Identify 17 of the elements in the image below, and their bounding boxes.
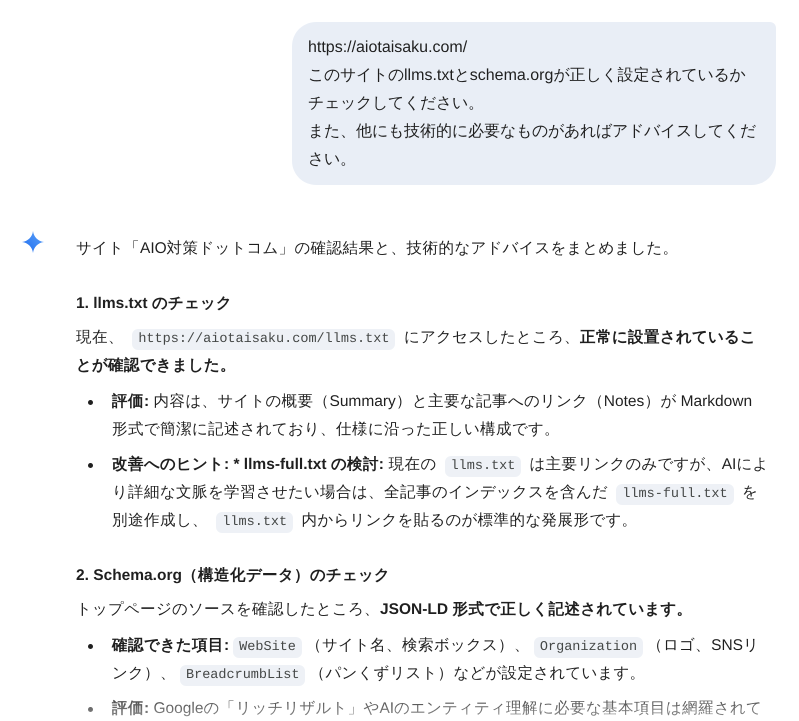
sparkle-icon xyxy=(22,231,44,253)
response-text: サイト「AIO対策ドットコム」の確認結果と、技術的なアドバイスをまとめました。 xyxy=(76,239,680,259)
response-paragraph: トップページのソースを確認したところ、JSON-LD 形式で正しく記述されています。 xyxy=(76,600,694,620)
bullet-icon xyxy=(88,644,93,649)
response-paragraph: 現在、 https://aiotaisaku.com/llms.txt にアクセスしたところ、正常に設置されていることが確認できました。 xyxy=(76,328,757,376)
bullet-text: 評価: Googleの「リッチリザルト」やAIのエンティティ理解に必要な基本項目は網羅されて xyxy=(112,698,764,719)
message-text: https://aiotaisaku.com/ xyxy=(308,38,468,58)
bullet-icon xyxy=(88,400,93,405)
message-text: また、他にも技術的に必要なものがあればアドバイスしてください。 xyxy=(308,122,757,170)
bullet-text: 改善へのヒント: * llms-full.txt の検討: 現在の llms.txt は主要リンクのみですが、AIにより詳細な文脈を学習させたい場合は、全記事のインデックスを含んだ llms-full.txt を別途作成し、 llms.txt 内からリンクを貼るのが標準的な発展形です。 xyxy=(112,451,770,535)
bullet-text: 確認できた項目: WebSite （サイト名、検索ボックス）、 Organization （ロゴ、SNSリンク）、 BreadcrumbList （パンくずリスト）などが設定されています。 xyxy=(112,632,770,688)
message-text: このサイトのllms.txtとschema.orgが正しく設定されているかチェックしてください。 xyxy=(308,66,746,114)
bullet-icon xyxy=(88,463,93,468)
section-heading: 2. Schema.org（構造化データ）のチェック xyxy=(76,566,391,586)
bullet-icon xyxy=(88,707,93,712)
bullet-text: 評価: 内容は、サイトの概要（Summary）と主要な記事へのリンク（Notes）が Markdown 形式で簡潔に記述されており、仕様に沿った正しい構成です。 xyxy=(112,392,754,440)
section-heading: 1. llms.txt のチェック xyxy=(76,294,233,314)
